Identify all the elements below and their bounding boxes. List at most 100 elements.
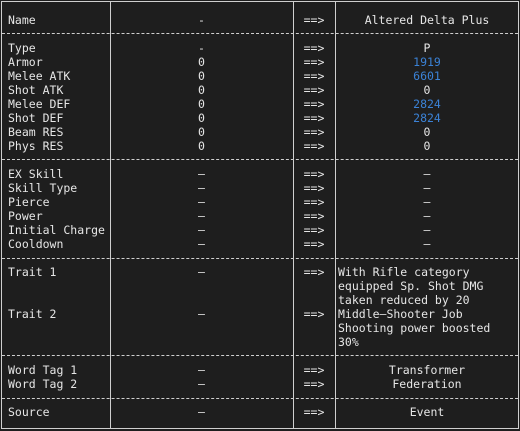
arrow: ==> — [303, 55, 325, 69]
stat-label: Phys RES — [8, 139, 64, 153]
stat-from: 0 — [198, 97, 205, 111]
skill-to: – — [423, 223, 431, 237]
skill-from: – — [198, 181, 205, 195]
arrow: ==> — [303, 69, 325, 83]
stat-from: 0 — [198, 83, 205, 97]
tag-to: Federation — [392, 377, 462, 391]
row-divider — [2, 258, 518, 259]
skill-label: Power — [8, 209, 43, 223]
skill-label: Pierce — [8, 195, 50, 209]
stat-from: 0 — [198, 69, 205, 83]
stat-label: Armor — [8, 55, 43, 69]
stat-label: Melee ATK — [8, 69, 71, 83]
arrow: ==> — [303, 125, 325, 139]
arrow: ==> — [303, 363, 325, 377]
stat-row: Type - ==> P — [2, 41, 518, 55]
stat-from: 0 — [198, 139, 205, 153]
skill-to: – — [423, 237, 431, 251]
source-from: – — [198, 405, 205, 419]
skill-to: – — [423, 181, 431, 195]
arrow: ==> — [303, 181, 325, 195]
stat-to: P — [423, 41, 431, 55]
arrow: ==> — [303, 377, 325, 391]
skill-label: Cooldown — [8, 237, 64, 251]
skill-row: Cooldown – ==> – — [2, 237, 518, 251]
arrow: ==> — [303, 111, 325, 125]
trait-label: Trait 1 — [8, 265, 57, 279]
skill-row: Power – ==> – — [2, 209, 518, 223]
stat-label: Beam RES — [8, 125, 64, 139]
row-divider — [2, 33, 518, 34]
skill-from: – — [198, 237, 205, 251]
source-row: Source – ==> Event — [2, 405, 518, 419]
stat-to: 2824 — [413, 111, 441, 125]
arrow: ==> — [303, 265, 325, 279]
arrow: ==> — [303, 97, 325, 111]
stat-from: 0 — [198, 125, 205, 139]
name-to: Altered Delta Plus — [364, 13, 490, 27]
arrow: ==> — [303, 83, 325, 97]
trait-label: Trait 2 — [8, 307, 57, 321]
stat-row: Shot DEF 0 ==> 2824 — [2, 111, 518, 125]
name-from: - — [198, 13, 205, 27]
tag-label: Word Tag 1 — [8, 363, 78, 377]
source-label: Source — [8, 405, 50, 419]
arrow: ==> — [303, 223, 325, 237]
stat-to: 0 — [423, 139, 431, 153]
skill-row: Skill Type – ==> – — [2, 181, 518, 195]
stat-from: - — [198, 41, 205, 55]
skill-label: Initial Charge — [8, 223, 105, 237]
arrow: ==> — [303, 13, 325, 27]
header-row: Name - ==> Altered Delta Plus — [2, 13, 518, 27]
skill-to: – — [423, 195, 431, 209]
skill-label: Skill Type — [8, 181, 78, 195]
stat-row: Shot ATK 0 ==> 0 — [2, 83, 518, 97]
arrow: ==> — [303, 209, 325, 223]
skill-from: – — [198, 223, 205, 237]
stat-label: Shot ATK — [8, 83, 64, 97]
source-to: Event — [409, 405, 445, 419]
tag-from: – — [198, 363, 205, 377]
stat-label: Type — [8, 41, 36, 55]
row-divider — [2, 398, 518, 399]
skill-from: – — [198, 167, 205, 181]
stat-from: 0 — [198, 55, 205, 69]
stat-label: Shot DEF — [8, 111, 64, 125]
stat-row: Beam RES 0 ==> 0 — [2, 125, 518, 139]
tag-row: Word Tag 1 – ==> Transformer — [2, 363, 518, 377]
stat-row: Melee DEF 0 ==> 2824 — [2, 97, 518, 111]
stat-to: 0 — [423, 83, 431, 97]
arrow: ==> — [303, 237, 325, 251]
trait-to: With Rifle category equipped Sp. Shot DM… — [338, 265, 484, 307]
arrow: ==> — [303, 167, 325, 181]
stat-row: Melee ATK 0 ==> 6601 — [2, 69, 518, 83]
stat-row: Phys RES 0 ==> 0 — [2, 139, 518, 153]
arrow: ==> — [303, 139, 325, 153]
stat-from: 0 — [198, 111, 205, 125]
row-divider — [2, 159, 518, 160]
skill-from: – — [198, 209, 205, 223]
arrow: ==> — [303, 195, 325, 209]
skill-to: – — [423, 209, 431, 223]
row-divider — [2, 355, 518, 356]
stat-to: 0 — [423, 125, 431, 139]
stat-to: 2824 — [413, 97, 441, 111]
skill-row: Pierce – ==> – — [2, 195, 518, 209]
tag-label: Word Tag 2 — [8, 377, 78, 391]
stat-row: Armor 0 ==> 1919 — [2, 55, 518, 69]
skill-row: EX Skill – ==> – — [2, 167, 518, 181]
tag-to: Transformer — [388, 363, 466, 377]
skill-label: EX Skill — [8, 167, 64, 181]
skill-row: Initial Charge – ==> – — [2, 223, 518, 237]
skill-to: – — [423, 167, 431, 181]
terminal-table: Name - ==> Altered Delta Plus Type - ==>… — [1, 1, 519, 429]
skill-from: – — [198, 195, 205, 209]
stat-label: Melee DEF — [8, 97, 71, 111]
tag-row: Word Tag 2 – ==> Federation — [2, 377, 518, 391]
name-label: Name — [8, 13, 36, 27]
stat-to: 6601 — [413, 69, 441, 83]
tag-from: – — [198, 377, 205, 391]
arrow: ==> — [303, 41, 325, 55]
stat-to: 1919 — [413, 55, 441, 69]
trait-from: – — [198, 265, 205, 279]
